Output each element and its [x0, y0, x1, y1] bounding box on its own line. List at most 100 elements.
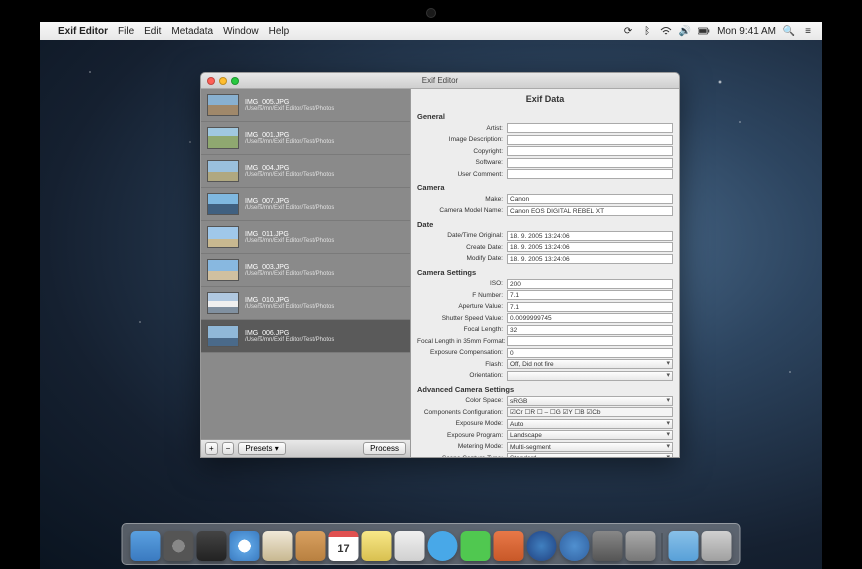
zoom-button[interactable] — [231, 77, 239, 85]
exif-field-input[interactable]: sRGB — [507, 396, 673, 406]
menubar-clock[interactable]: Mon 9:41 AM — [717, 26, 776, 37]
exif-field-label: Scene Capture Type: — [417, 455, 507, 458]
exif-field-input[interactable]: Multi-segment — [507, 442, 673, 452]
exif-field-input[interactable] — [507, 146, 673, 156]
file-row[interactable]: IMG_007.JPG/Users/mn/Exif Editor/Test/Ph… — [201, 188, 410, 221]
exif-field-input[interactable]: 0 — [507, 348, 673, 358]
exif-field-row: Focal Length:32 — [417, 325, 673, 335]
file-row[interactable]: IMG_010.JPG/Users/mn/Exif Editor/Test/Ph… — [201, 287, 410, 320]
file-row[interactable]: IMG_001.JPG/Users/mn/Exif Editor/Test/Ph… — [201, 122, 410, 155]
sidebar-toolbar: + − Presets ▾ Process — [201, 439, 410, 457]
file-row[interactable]: IMG_005.JPG/Users/mn/Exif Editor/Test/Ph… — [201, 89, 410, 122]
exif-field-input[interactable]: 18. 9. 2005 13:24:06 — [507, 231, 673, 241]
dock-sysprefs-icon[interactable] — [626, 531, 656, 561]
exif-field-input[interactable]: 7.1 — [507, 302, 673, 312]
dock-facetime-icon[interactable] — [461, 531, 491, 561]
file-row[interactable]: IMG_011.JPG/Users/mn/Exif Editor/Test/Ph… — [201, 221, 410, 254]
exif-field-input[interactable]: Standard — [507, 453, 673, 457]
exif-field-input[interactable] — [507, 336, 673, 346]
titlebar[interactable]: Exif Editor — [201, 73, 679, 89]
exif-section-header: Advanced Camera Settings — [417, 385, 673, 394]
menubar: Exif Editor File Edit Metadata Window He… — [40, 22, 822, 40]
exif-field-row: Aperture Value:7.1 — [417, 302, 673, 312]
exif-field-row: Software: — [417, 158, 673, 168]
exif-section-header: Camera — [417, 183, 673, 192]
exif-field-input[interactable]: 7.1 — [507, 290, 673, 300]
menu-edit[interactable]: Edit — [144, 26, 161, 37]
exif-section-header: Camera Settings — [417, 268, 673, 277]
exif-field-input[interactable]: Canon EOS DIGITAL REBEL XT — [507, 206, 673, 216]
file-name: IMG_004.JPG — [245, 165, 334, 172]
exif-field-input[interactable]: 18. 9. 2005 13:24:06 — [507, 242, 673, 252]
dock-photobooth-icon[interactable] — [494, 531, 524, 561]
dock-reminders-icon[interactable] — [395, 531, 425, 561]
exif-field-input[interactable]: 200 — [507, 279, 673, 289]
process-button[interactable]: Process — [363, 442, 406, 455]
exif-field-input[interactable]: Canon — [507, 194, 673, 204]
dock-launchpad-icon[interactable] — [164, 531, 194, 561]
exif-field-label: Exposure Mode: — [417, 420, 507, 427]
dock-downloads-icon[interactable] — [669, 531, 699, 561]
presets-dropdown[interactable]: Presets ▾ — [238, 442, 285, 455]
menu-window[interactable]: Window — [223, 26, 259, 37]
notifications-icon[interactable]: ≡ — [802, 25, 814, 37]
bluetooth-icon[interactable]: ᛒ — [641, 25, 653, 37]
menu-help[interactable]: Help — [269, 26, 290, 37]
file-row[interactable]: IMG_006.JPG/Users/mn/Exif Editor/Test/Ph… — [201, 320, 410, 353]
dock-calendar-icon[interactable]: 17 — [329, 531, 359, 561]
exif-field-input[interactable] — [507, 123, 673, 133]
dock-trash-icon[interactable] — [702, 531, 732, 561]
spotlight-icon[interactable]: 🔍 — [783, 25, 795, 37]
exif-field-input[interactable]: 18. 9. 2005 13:24:06 — [507, 254, 673, 264]
exif-field-label: Date/Time Original: — [417, 232, 507, 239]
dock-notes-icon[interactable] — [362, 531, 392, 561]
dock-messages-icon[interactable] — [428, 531, 458, 561]
exif-field-input[interactable]: Auto — [507, 419, 673, 429]
exif-field-row: F Number:7.1 — [417, 290, 673, 300]
app-menu[interactable]: Exif Editor — [58, 26, 108, 37]
volume-icon[interactable]: 🔊 — [679, 25, 691, 37]
minimize-button[interactable] — [219, 77, 227, 85]
wifi-icon[interactable] — [660, 25, 672, 37]
battery-icon[interactable] — [698, 25, 710, 37]
exif-field-input[interactable] — [507, 169, 673, 179]
exif-field-input[interactable]: 0.0099999745 — [507, 313, 673, 323]
exif-field-input[interactable] — [507, 135, 673, 145]
file-row[interactable]: IMG_004.JPG/Users/mn/Exif Editor/Test/Ph… — [201, 155, 410, 188]
file-list[interactable]: IMG_005.JPG/Users/mn/Exif Editor/Test/Ph… — [201, 89, 410, 439]
dock-missioncontrol-icon[interactable] — [197, 531, 227, 561]
exif-field-label: Make: — [417, 196, 507, 203]
exif-field-label: Exposure Program: — [417, 432, 507, 439]
exif-field-input[interactable]: Landscape — [507, 430, 673, 440]
dock-itunes-icon[interactable] — [527, 531, 557, 561]
file-thumbnail — [207, 259, 239, 281]
sync-icon[interactable]: ⟳ — [622, 25, 634, 37]
menu-metadata[interactable]: Metadata — [171, 26, 213, 37]
exif-field-input[interactable]: Off, Did not fire — [507, 359, 673, 369]
file-thumbnail — [207, 226, 239, 248]
close-button[interactable] — [207, 77, 215, 85]
exif-field-label: Create Date: — [417, 244, 507, 251]
window-title: Exif Editor — [422, 76, 458, 85]
file-row[interactable]: IMG_003.JPG/Users/mn/Exif Editor/Test/Ph… — [201, 254, 410, 287]
file-name: IMG_005.JPG — [245, 99, 334, 106]
exif-field-input[interactable] — [507, 371, 673, 381]
menu-file[interactable]: File — [118, 26, 134, 37]
laptop-camera — [426, 8, 436, 18]
exif-field-input[interactable]: 32 — [507, 325, 673, 335]
exif-field-label: Focal Length in 35mm Format: — [417, 338, 507, 345]
exif-field-label: Copyright: — [417, 148, 507, 155]
remove-file-button[interactable]: − — [222, 442, 235, 455]
dock-mail-icon[interactable] — [263, 531, 293, 561]
exif-field-label: Focal Length: — [417, 326, 507, 333]
dock-gamecenter-icon[interactable] — [593, 531, 623, 561]
add-file-button[interactable]: + — [205, 442, 218, 455]
dock-appstore-icon[interactable] — [560, 531, 590, 561]
file-path: /Users/mn/Exif Editor/Test/Photos — [245, 205, 334, 211]
exif-field-input[interactable]: ☑Cr ☐R ☐ – ☐G ☑Y ☐B ☑Cb — [507, 407, 673, 417]
dock-safari-icon[interactable] — [230, 531, 260, 561]
dock-contacts-icon[interactable] — [296, 531, 326, 561]
dock-finder-icon[interactable] — [131, 531, 161, 561]
exif-field-input[interactable] — [507, 158, 673, 168]
exif-field-label: Modify Date: — [417, 255, 507, 262]
